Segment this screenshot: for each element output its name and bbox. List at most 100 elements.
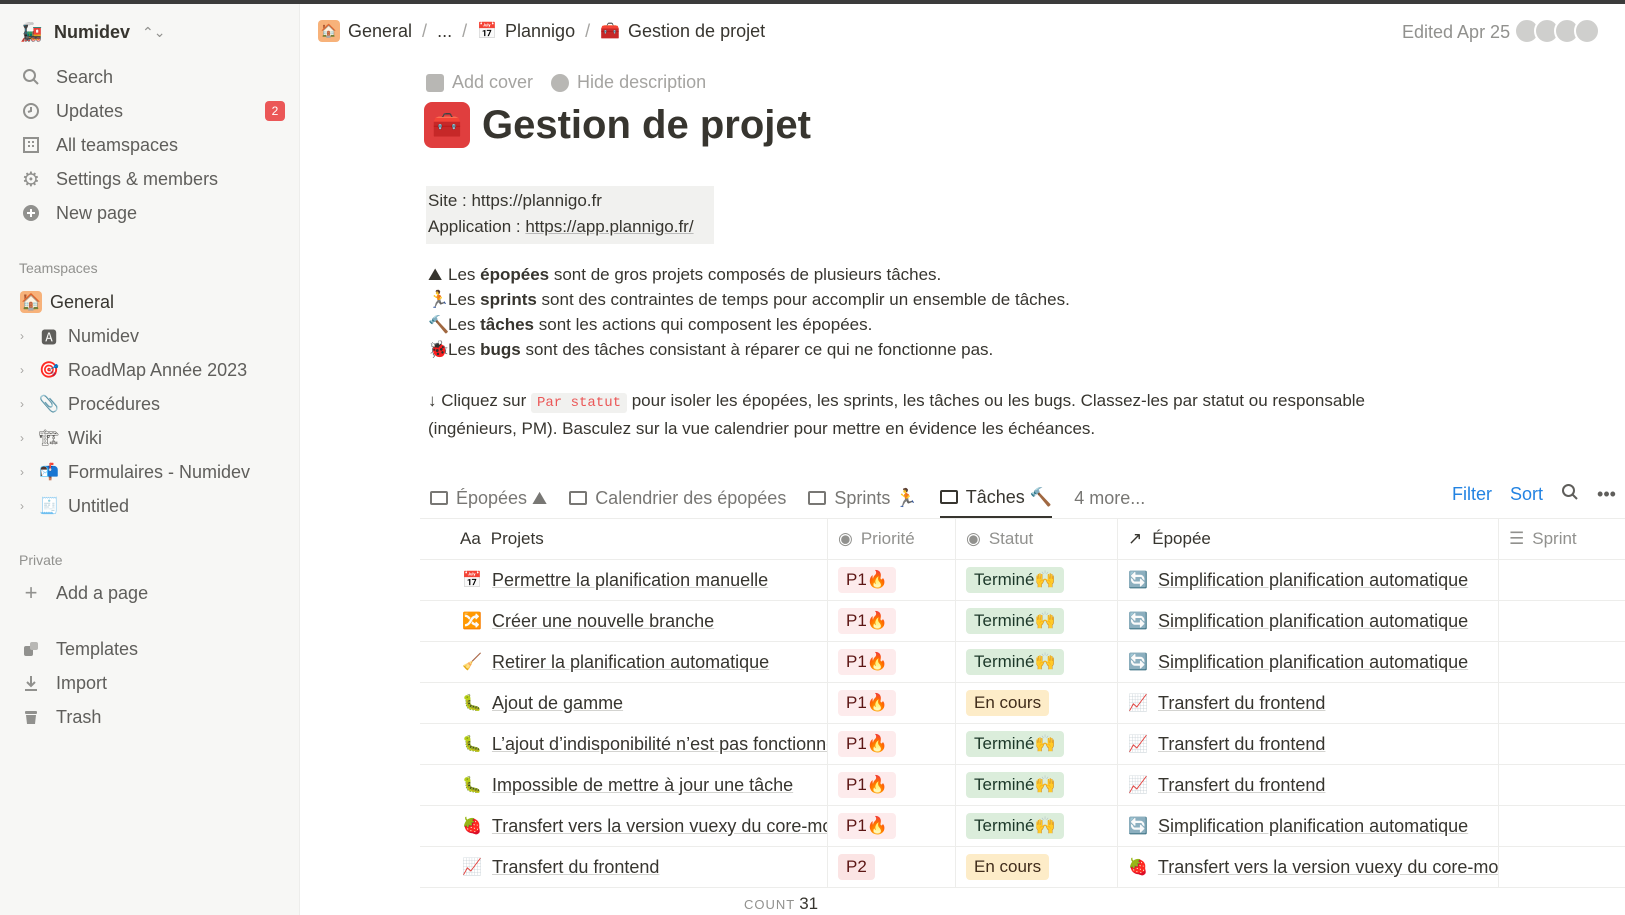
- cell-sprint[interactable]: [1499, 642, 1625, 682]
- sidebar-item-templates[interactable]: Templates: [20, 634, 285, 664]
- table-row[interactable]: 🧹 Retirer la planification automatique P1🔥…: [420, 642, 1625, 683]
- task-name[interactable]: Ajout de gamme: [492, 693, 623, 714]
- sidebar-item-wiki[interactable]: › 🏗 Wiki: [20, 423, 285, 453]
- cell-projet[interactable]: 🍓 Transfert vers la version vuexy du core…: [420, 806, 828, 846]
- tab-sprints[interactable]: Sprints 🏃: [808, 478, 918, 518]
- table-row[interactable]: 🐛 Ajout de gamme P1🔥 En cours 📈 Transfert du …: [420, 683, 1625, 724]
- sidebar-item-untitled[interactable]: › 🧾 Untitled: [20, 491, 285, 521]
- table-row[interactable]: 🔀 Créer une nouvelle branche P1🔥 Terminé🙌 🔄 S…: [420, 601, 1625, 642]
- table-row[interactable]: 🍓 Transfert vers la version vuexy du core…: [420, 806, 1625, 847]
- cell-epopee[interactable]: 🔄 Simplification planification automatiqu…: [1118, 806, 1499, 846]
- add-cover-button[interactable]: Add cover: [426, 72, 533, 93]
- more-options-icon[interactable]: •••: [1597, 484, 1616, 505]
- cell-epopee[interactable]: 📈 Transfert du frontend: [1118, 765, 1499, 805]
- cell-projet[interactable]: 📈 Transfert du frontend: [420, 847, 828, 887]
- sidebar-item-numidev[interactable]: › 🅰 Numidev: [20, 321, 285, 351]
- sidebar-item-new-page[interactable]: New page: [20, 198, 285, 228]
- epic-link[interactable]: Simplification planification automatique: [1158, 570, 1468, 591]
- cell-statut[interactable]: Terminé🙌: [956, 601, 1118, 641]
- cell-priorite[interactable]: P1🔥: [828, 724, 956, 764]
- task-name[interactable]: Transfert du frontend: [492, 857, 659, 878]
- sidebar-item-all-teamspaces[interactable]: All teamspaces: [20, 130, 285, 160]
- expand-caret-icon[interactable]: ›: [20, 363, 30, 377]
- breadcrumb-gestion[interactable]: 🧰 Gestion de projet: [600, 21, 765, 42]
- cell-sprint[interactable]: [1499, 560, 1625, 600]
- tab-calendrier[interactable]: Calendrier des épopées: [569, 478, 786, 518]
- cell-statut[interactable]: En cours: [956, 683, 1118, 723]
- cell-epopee[interactable]: 🍓 Transfert vers la version vuexy du core…: [1118, 847, 1499, 887]
- workspace-switcher[interactable]: 🚂 Numidev ⌃⌄: [20, 22, 166, 43]
- tab-taches[interactable]: Tâches 🔨: [939, 478, 1053, 518]
- cell-statut[interactable]: En cours: [956, 847, 1118, 887]
- cell-statut[interactable]: Terminé🙌: [956, 724, 1118, 764]
- sidebar-item-search[interactable]: Search: [20, 62, 285, 92]
- cell-epopee[interactable]: 🔄 Simplification planification automatiqu…: [1118, 642, 1499, 682]
- task-name[interactable]: Transfert vers la version vuexy du core-…: [492, 816, 827, 837]
- table-row[interactable]: 🐛 Impossible de mettre à jour une tâche P1…: [420, 765, 1625, 806]
- toolbox-icon[interactable]: 🧰: [424, 102, 470, 148]
- task-name[interactable]: Permettre la planification manuelle: [492, 570, 768, 591]
- cell-epopee[interactable]: 🔄 Simplification planification automatiqu…: [1118, 601, 1499, 641]
- cell-sprint[interactable]: [1499, 724, 1625, 764]
- cell-sprint[interactable]: [1499, 806, 1625, 846]
- expand-caret-icon[interactable]: ›: [20, 465, 30, 479]
- search-icon[interactable]: [1561, 483, 1579, 506]
- cell-projet[interactable]: 🔀 Créer une nouvelle branche: [420, 601, 828, 641]
- sidebar-item-trash[interactable]: Trash: [20, 702, 285, 732]
- sort-button[interactable]: Sort: [1510, 484, 1543, 505]
- table-row[interactable]: 🐛 L’ajout d’indisponibilité n’est pas fon…: [420, 724, 1625, 765]
- cell-priorite[interactable]: P1🔥: [828, 601, 956, 641]
- cell-priorite[interactable]: P1🔥: [828, 642, 956, 682]
- task-name[interactable]: L’ajout d’indisponibilité n’est pas fonc…: [492, 734, 827, 755]
- sidebar-item-formulaires[interactable]: › 📬 Formulaires - Numidev: [20, 457, 285, 487]
- cell-sprint[interactable]: [1499, 683, 1625, 723]
- expand-caret-icon[interactable]: ›: [20, 329, 30, 343]
- cell-projet[interactable]: 🧹 Retirer la planification automatique: [420, 642, 828, 682]
- task-name[interactable]: Retirer la planification automatique: [492, 652, 769, 673]
- table-row[interactable]: 📈 Transfert du frontend P2 En cours 🍓 Transfe…: [420, 847, 1625, 888]
- cell-projet[interactable]: 🐛 Impossible de mettre à jour une tâche: [420, 765, 828, 805]
- expand-caret-icon[interactable]: ›: [20, 499, 30, 513]
- expand-caret-icon[interactable]: ›: [20, 431, 30, 445]
- epic-link[interactable]: Simplification planification automatique: [1158, 652, 1468, 673]
- column-header-epopee[interactable]: ↗ Épopée: [1118, 519, 1499, 559]
- epic-link[interactable]: Transfert du frontend: [1158, 734, 1325, 755]
- sidebar-add-page[interactable]: + Add a page: [20, 578, 285, 608]
- epic-link[interactable]: Transfert du frontend: [1158, 775, 1325, 796]
- breadcrumb-general[interactable]: 🏠 General: [318, 20, 412, 42]
- cell-projet[interactable]: 🐛 L’ajout d’indisponibilité n’est pas fon…: [420, 724, 828, 764]
- cell-epopee[interactable]: 📈 Transfert du frontend: [1118, 683, 1499, 723]
- breadcrumb-plannigo[interactable]: 📅 Plannigo: [477, 21, 575, 42]
- task-name[interactable]: Créer une nouvelle branche: [492, 611, 714, 632]
- column-header-statut[interactable]: ◉ Statut: [956, 519, 1118, 559]
- cell-priorite[interactable]: P2: [828, 847, 956, 887]
- cell-sprint[interactable]: [1499, 601, 1625, 641]
- collaborator-avatars[interactable]: [1514, 18, 1600, 44]
- sidebar-item-roadmap[interactable]: › 🎯 RoadMap Année 2023: [20, 355, 285, 385]
- cell-projet[interactable]: 🐛 Ajout de gamme: [420, 683, 828, 723]
- app-link[interactable]: https://app.plannigo.fr/: [525, 217, 693, 236]
- sidebar-item-general[interactable]: 🏠 General: [20, 287, 285, 317]
- sidebar-item-import[interactable]: Import: [20, 668, 285, 698]
- cell-epopee[interactable]: 🔄 Simplification planification automatiqu…: [1118, 560, 1499, 600]
- sidebar-item-updates[interactable]: Updates 2: [20, 96, 285, 126]
- cell-priorite[interactable]: P1🔥: [828, 683, 956, 723]
- hide-description-button[interactable]: Hide description: [551, 72, 706, 93]
- breadcrumb-ellipsis[interactable]: ...: [437, 21, 452, 42]
- cell-statut[interactable]: Terminé🙌: [956, 560, 1118, 600]
- column-header-priorite[interactable]: ◉ Priorité: [828, 519, 956, 559]
- column-header-sprint[interactable]: ☰ Sprint: [1499, 519, 1625, 559]
- task-name[interactable]: Impossible de mettre à jour une tâche: [492, 775, 793, 796]
- sidebar-item-settings[interactable]: ⚙ Settings & members: [20, 164, 285, 194]
- more-views-button[interactable]: 4 more...: [1074, 478, 1145, 518]
- cell-sprint[interactable]: [1499, 847, 1625, 887]
- cell-statut[interactable]: Terminé🙌: [956, 806, 1118, 846]
- cell-projet[interactable]: 📅 Permettre la planification manuelle: [420, 560, 828, 600]
- filter-button[interactable]: Filter: [1452, 484, 1492, 505]
- sidebar-item-procedures[interactable]: › 📎 Procédures: [20, 389, 285, 419]
- tab-epopees[interactable]: Épopées ⛰: [430, 478, 547, 518]
- cell-priorite[interactable]: P1🔥: [828, 765, 956, 805]
- cell-priorite[interactable]: P1🔥: [828, 560, 956, 600]
- expand-caret-icon[interactable]: ›: [20, 397, 30, 411]
- page-title[interactable]: 🧰 Gestion de projet: [424, 102, 811, 148]
